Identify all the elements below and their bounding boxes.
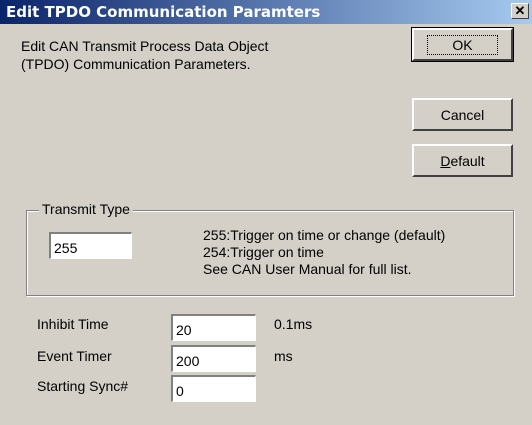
default-button-label: Default (440, 153, 484, 169)
inhibit-time-label: Inhibit Time (37, 316, 109, 332)
transmit-type-input[interactable] (49, 232, 132, 259)
default-button-label-rest: efault (450, 152, 485, 169)
transmit-type-notes: 255:Trigger on time or change (default) … (203, 227, 445, 278)
default-button[interactable]: Default (412, 144, 513, 177)
inhibit-time-input[interactable] (171, 314, 256, 341)
inhibit-time-unit: 0.1ms (274, 316, 313, 332)
starting-sync-label: Starting Sync# (37, 378, 129, 394)
starting-sync-input[interactable] (171, 375, 256, 402)
transmit-type-group: Transmit Type 255:Trigger on time or cha… (26, 201, 514, 296)
cancel-button-label: Cancel (440, 106, 485, 123)
window-title: Edit TPDO Communication Paramters (6, 3, 321, 21)
close-icon: ✕ (514, 3, 526, 18)
dialog-description: Edit CAN Transmit Process Data Object (T… (21, 37, 361, 73)
ok-button-label: OK (427, 34, 498, 55)
transmit-type-note-3: See CAN User Manual for full list. (203, 261, 412, 277)
description-line-2: (TPDO) Communication Parameters. (21, 56, 251, 72)
event-timer-label: Event Timer (37, 348, 112, 364)
description-line-1: Edit CAN Transmit Process Data Object (21, 38, 269, 54)
close-button[interactable]: ✕ (511, 3, 529, 19)
transmit-type-note-1: 255:Trigger on time or change (default) (203, 227, 446, 243)
transmit-type-group-label: Transmit Type (39, 201, 133, 217)
title-bar[interactable]: Edit TPDO Communication Paramters ✕ (0, 0, 532, 24)
transmit-type-note-2: 254:Trigger on time (203, 244, 324, 260)
event-timer-input[interactable] (171, 345, 256, 372)
event-timer-unit: ms (274, 348, 293, 364)
default-button-mnemonic: D (440, 152, 451, 169)
ok-button[interactable]: OK (411, 27, 514, 62)
cancel-button[interactable]: Cancel (412, 98, 513, 131)
